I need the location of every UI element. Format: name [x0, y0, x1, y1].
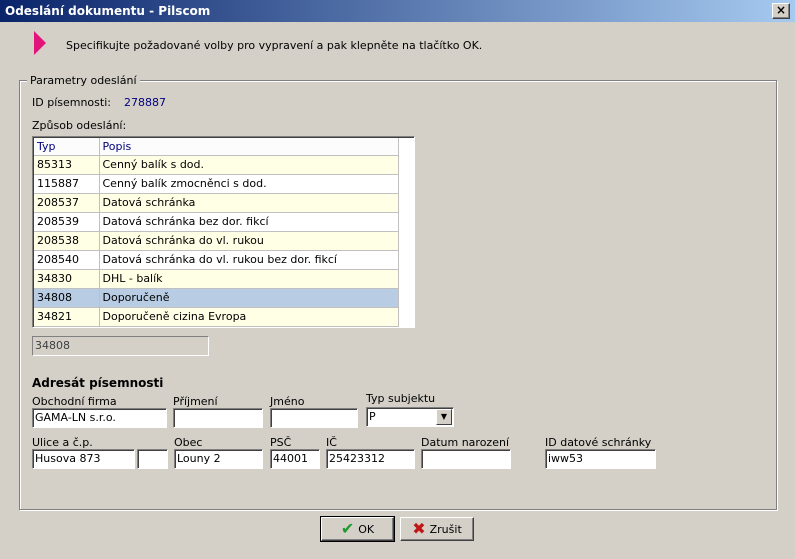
close-button[interactable]: × — [772, 3, 790, 19]
cell-popis: Doporučeně cizina Evropa — [99, 307, 399, 327]
firm-input[interactable]: GAMA-LN s.r.o. — [32, 408, 167, 428]
cell-popis: Doporučeně — [99, 288, 399, 308]
birth-date-label: Datum narození — [421, 436, 509, 449]
ok-button-label: OK — [358, 522, 375, 536]
scroll-up-icon[interactable]: ▲ — [414, 138, 415, 154]
table-row[interactable]: 115887 Cenný balík zmocněnci s dod. — [34, 174, 399, 194]
ok-button[interactable]: ✔ OK — [320, 516, 395, 542]
cell-typ: 34821 — [34, 307, 100, 327]
table-row[interactable]: 208538 Datová schránka do vl. rukou — [34, 231, 399, 251]
zip-input[interactable]: 44001 — [270, 449, 320, 469]
column-header-popis[interactable]: Popis — [99, 138, 399, 156]
surname-label: Příjmení — [173, 395, 218, 408]
subject-type-value: P — [369, 410, 376, 423]
checkmark-icon: ✔ — [340, 519, 355, 538]
cancel-button[interactable]: ✖ Zrušit — [400, 517, 474, 541]
table-row[interactable]: 34821 Doporučeně cizina Evropa — [34, 307, 399, 327]
chevron-down-icon[interactable]: ▼ — [436, 409, 452, 425]
subject-type-label: Typ subjektu — [366, 392, 436, 405]
birth-date-input[interactable] — [421, 449, 511, 469]
cell-typ: 208537 — [34, 193, 100, 213]
scroll-thumb[interactable] — [414, 176, 415, 192]
surname-input[interactable] — [173, 408, 263, 428]
cancel-button-label: Zrušit — [429, 522, 462, 536]
city-input[interactable]: Louny 2 — [174, 449, 263, 469]
cell-typ: 208538 — [34, 231, 100, 251]
cell-typ: 34830 — [34, 269, 100, 289]
table-row-selected[interactable]: 34808 Doporučeně — [34, 288, 399, 308]
subject-type-select[interactable]: P ▼ — [366, 407, 454, 427]
cell-popis: Datová schránka — [99, 193, 399, 213]
hint-text: Specifikujte požadované volby pro vyprav… — [66, 39, 483, 52]
scroll-down-icon[interactable]: ▼ — [414, 310, 415, 326]
table-row[interactable]: 208539 Datová schránka bez dor. fikcí — [34, 212, 399, 232]
table-row[interactable]: 208540 Datová schránka do vl. rukou bez d… — [34, 250, 399, 270]
method-table: Typ Popis 85313 Cenný balík s dod. 115887… — [34, 138, 399, 327]
column-header-typ[interactable]: Typ — [34, 138, 100, 156]
street-input[interactable]: Husova 873 — [32, 449, 135, 469]
zip-label: PSČ — [270, 436, 292, 449]
city-label: Obec — [174, 436, 203, 449]
cross-icon: ✖ — [412, 519, 426, 538]
cell-typ: 85313 — [34, 155, 100, 175]
cell-typ: 115887 — [34, 174, 100, 194]
cell-popis: Datová schránka do vl. rukou — [99, 231, 399, 251]
cell-typ: 34808 — [34, 288, 100, 308]
method-list[interactable]: Typ Popis 85313 Cenný balík s dod. 115887… — [32, 136, 415, 328]
method-label: Způsob odeslání: — [32, 119, 127, 132]
cell-popis: DHL - balík — [99, 269, 399, 289]
name-input[interactable] — [270, 408, 358, 428]
table-row[interactable]: 34830 DHL - balík — [34, 269, 399, 289]
ic-label: IČ — [326, 436, 337, 449]
cell-typ: 208540 — [34, 250, 100, 270]
table-row[interactable]: 85313 Cenný balík s dod. — [34, 155, 399, 175]
cell-popis: Cenný balík s dod. — [99, 155, 399, 175]
cell-typ: 208539 — [34, 212, 100, 232]
cell-popis: Cenný balík zmocněnci s dod. — [99, 174, 399, 194]
addressee-title: Adresát písemnosti — [32, 376, 164, 390]
table-header-row: Typ Popis — [34, 138, 399, 156]
arrow-icon — [34, 31, 46, 55]
name-label: Jméno — [270, 395, 305, 408]
group-legend: Parametry odeslání — [27, 74, 140, 87]
firm-label: Obchodní firma — [32, 395, 117, 408]
street-label: Ulice a č.p. — [32, 436, 93, 449]
window-title: Odeslání dokumentu - Pilscom — [5, 4, 211, 18]
ic-input[interactable]: 25423312 — [326, 449, 415, 469]
databox-id-label: ID datové schránky — [545, 436, 652, 449]
databox-id-input[interactable]: iww53 — [545, 449, 656, 469]
document-id-label: ID písemnosti: — [32, 96, 111, 109]
cell-popis: Datová schránka bez dor. fikcí — [99, 212, 399, 232]
table-row[interactable]: 208537 Datová schránka — [34, 193, 399, 213]
cell-popis: Datová schránka do vl. rukou bez dor. fi… — [99, 250, 399, 270]
street-number-input[interactable] — [137, 449, 168, 469]
vertical-scrollbar[interactable]: ▲ ▼ — [414, 138, 415, 326]
title-bar: Odeslání dokumentu - Pilscom — [0, 0, 795, 22]
document-id-value: 278887 — [124, 96, 166, 109]
selected-method-field: 34808 — [32, 336, 209, 356]
